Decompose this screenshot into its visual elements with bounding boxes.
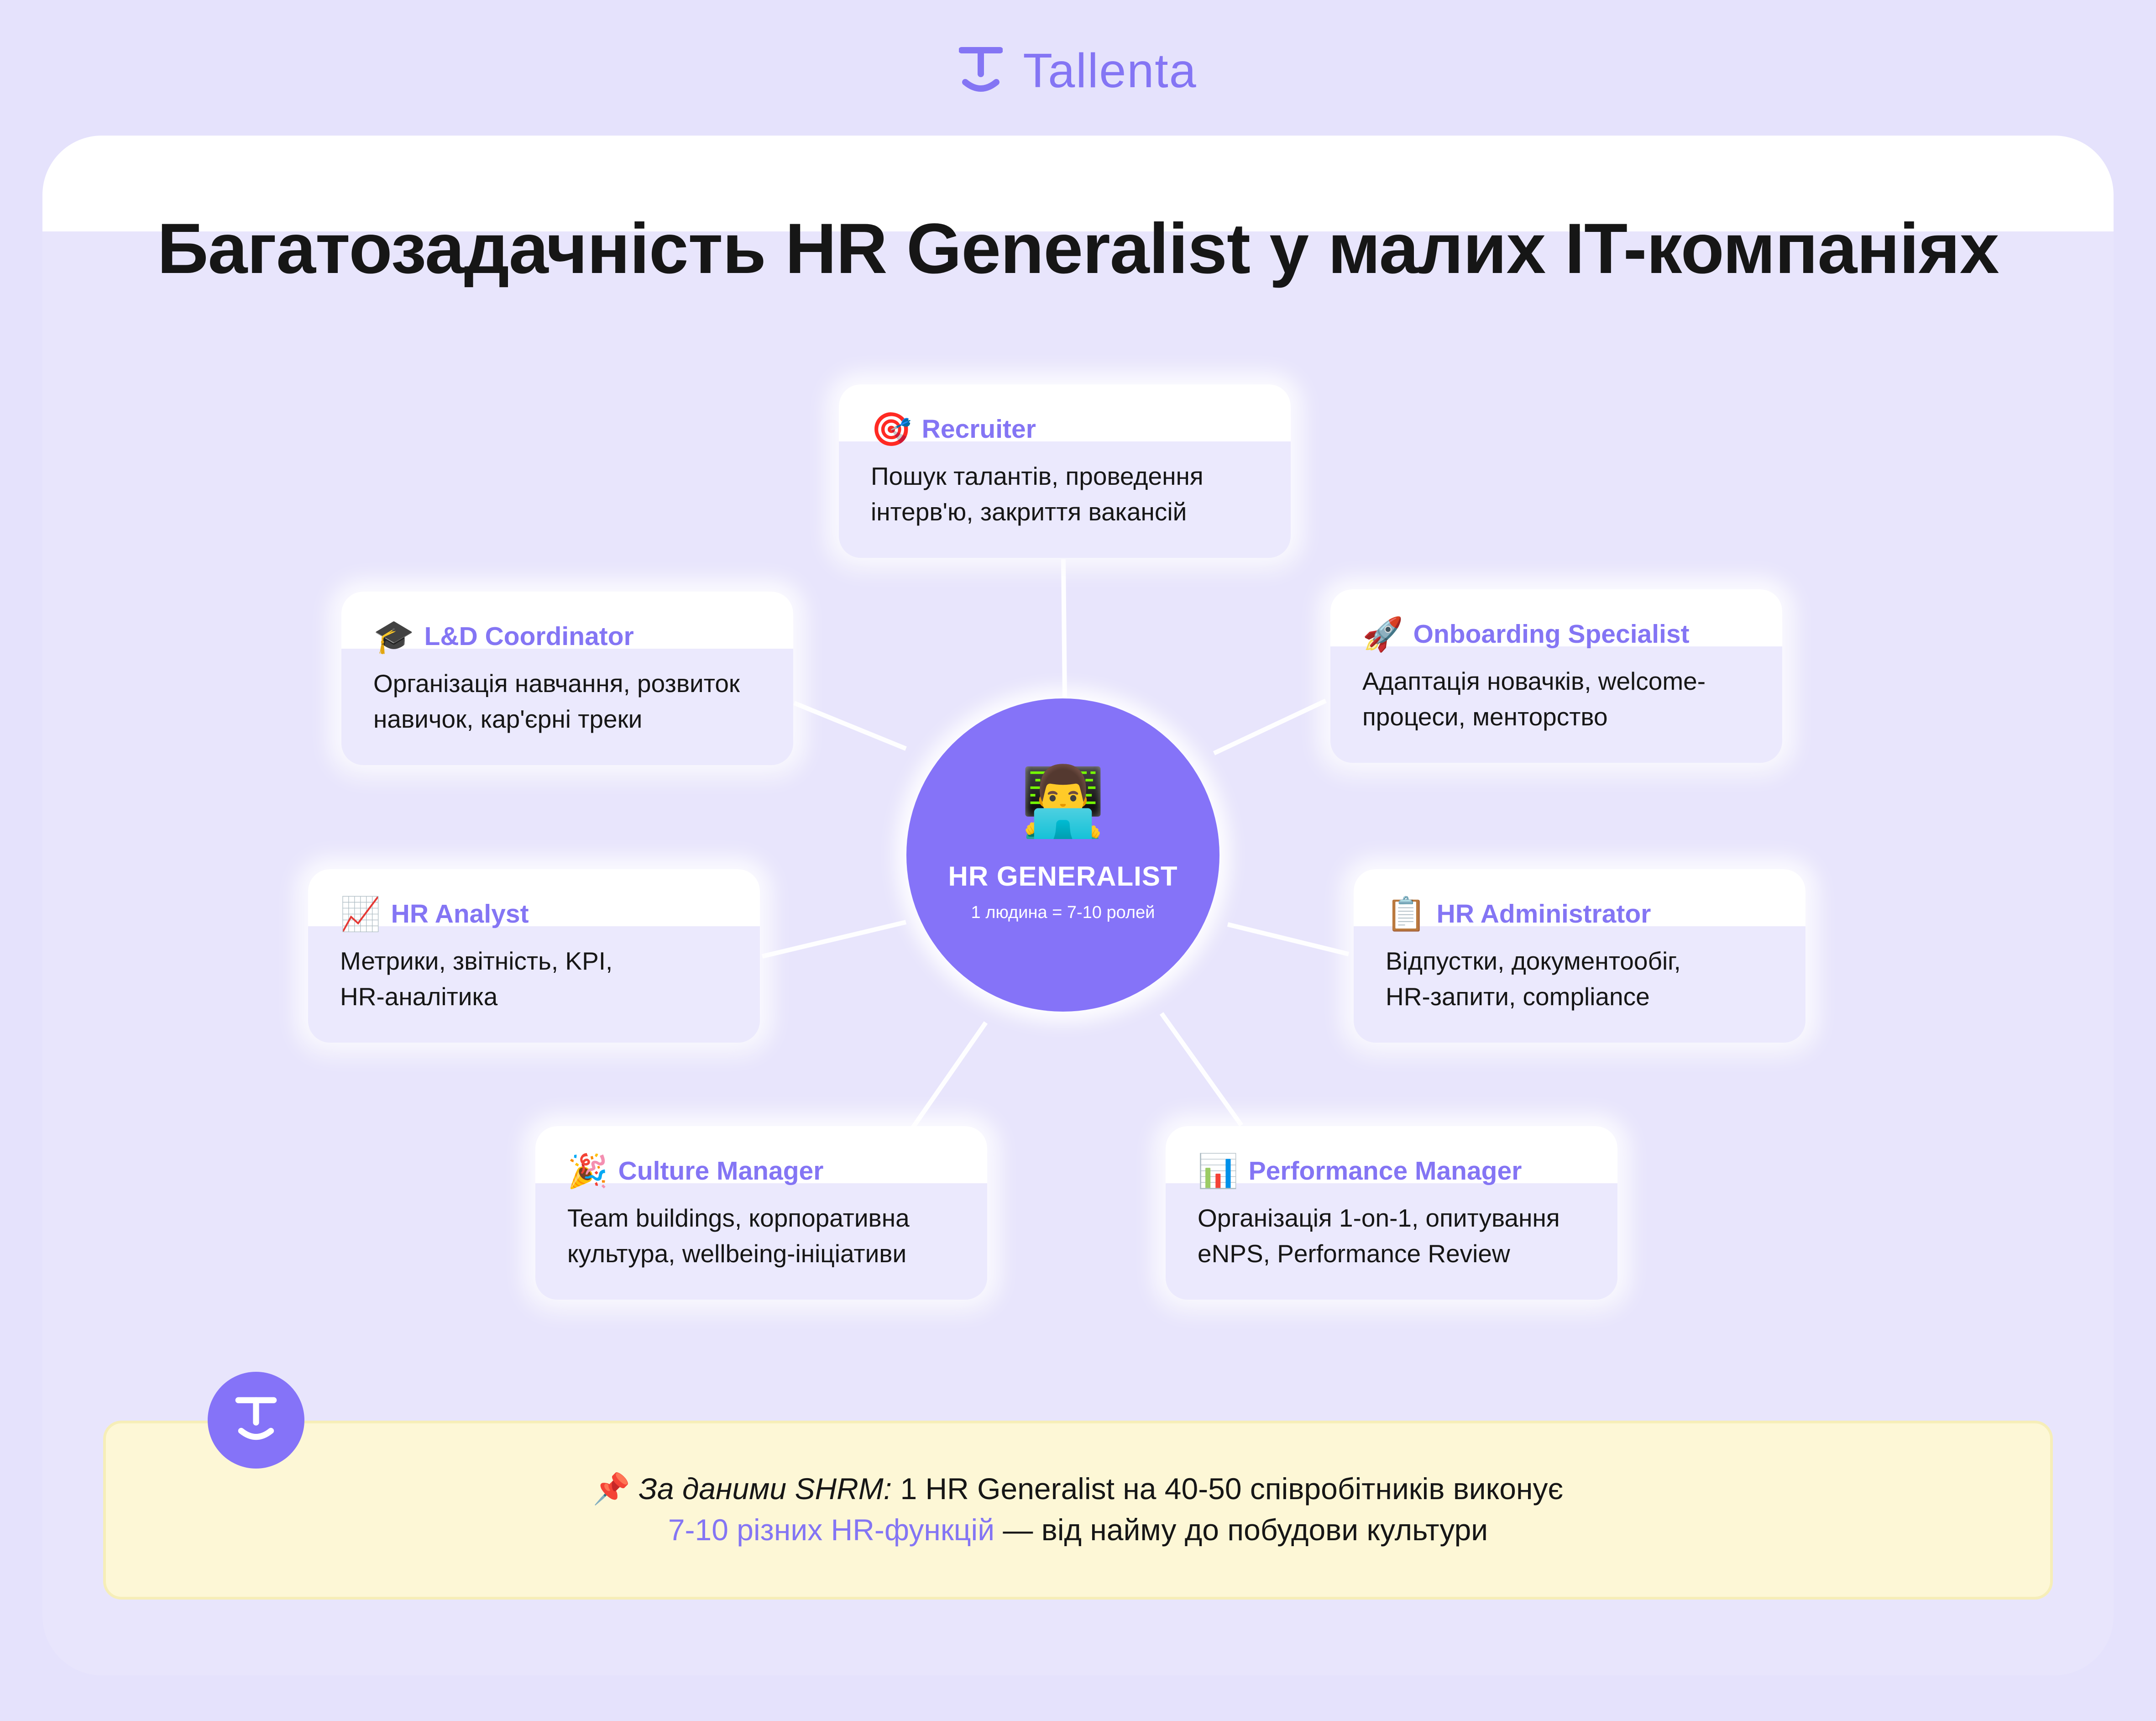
connector-culture (911, 1021, 988, 1129)
role-card-recruiter: 🎯 Recruiter Пошук талантів, проведення і… (839, 384, 1291, 558)
role-description: Team buildings, корпоративна культура, w… (567, 1204, 910, 1268)
role-card-hr-analyst: 📈 HR Analyst Метрики, звітність, KPI, HR… (308, 869, 760, 1043)
party-popper-icon: 🎉 (567, 1152, 608, 1190)
bar-chart-icon: 📊 (1198, 1152, 1239, 1190)
role-title: HR Analyst (391, 899, 529, 929)
rocket-icon: 🚀 (1362, 615, 1403, 653)
role-title: Recruiter (921, 415, 1036, 444)
connector-onboarding (1213, 698, 1327, 756)
tallenta-badge (208, 1372, 304, 1469)
role-description: Організація навчання, розвиток навичок, … (373, 669, 740, 733)
role-title: L&D Coordinator (424, 622, 634, 651)
role-card-ld-coordinator: 🎓 L&D Coordinator Організація навчання, … (341, 592, 793, 765)
role-title: HR Administrator (1436, 899, 1651, 929)
connector-administrator (1227, 922, 1350, 956)
role-title: Onboarding Specialist (1413, 619, 1690, 649)
connector-analyst (761, 920, 907, 959)
technologist-icon: 👨‍💻 (1020, 763, 1106, 840)
connector-performance (1159, 1012, 1244, 1127)
clipboard-icon: 📋 (1386, 895, 1427, 933)
note-text: 1 HR Generalist на 40-50 співробітників … (892, 1472, 1564, 1506)
note-source: За даними SHRM: (638, 1472, 892, 1506)
hr-generalist-hub: 👨‍💻 HR GENERALIST 1 людина = 7-10 ролей (906, 698, 1219, 1012)
role-description: Організація 1-on-1, опитування eNPS, Per… (1198, 1204, 1560, 1268)
chart-increasing-icon: 📈 (340, 895, 381, 933)
role-description: Пошук талантів, проведення інтерв'ю, зак… (871, 462, 1204, 526)
role-card-performance-manager: 📊 Performance Manager Організація 1-on-1… (1166, 1126, 1617, 1300)
pushpin-icon: 📌 (592, 1472, 631, 1506)
hub-subtitle: 1 людина = 7-10 ролей (971, 903, 1155, 922)
role-description: Відпустки, документообіг, HR-запити, com… (1386, 947, 1681, 1011)
connector-ld (793, 701, 907, 751)
note-highlight: 7-10 різних HR-функцій (668, 1513, 995, 1547)
role-description: Адаптація новачків, welcome- процеси, ме… (1362, 667, 1706, 731)
role-title: Performance Manager (1248, 1156, 1522, 1186)
role-card-culture-manager: 🎉 Culture Manager Team buildings, корпор… (535, 1126, 987, 1300)
note-text: — від найму до побудови культури (994, 1513, 1488, 1547)
role-description: Метрики, звітність, KPI, HR-аналітика (340, 947, 613, 1011)
role-card-onboarding-specialist: 🚀 Onboarding Specialist Адаптація новачк… (1330, 589, 1782, 763)
target-icon: 🎯 (871, 410, 912, 448)
role-title: Culture Manager (618, 1156, 824, 1186)
role-card-hr-administrator: 📋 HR Administrator Відпустки, документоо… (1354, 869, 1805, 1043)
graduation-cap-icon: 🎓 (373, 617, 414, 656)
connector-recruiter (1061, 559, 1067, 699)
shrm-note: 📌 За даними SHRM: 1 HR Generalist на 40-… (103, 1421, 2053, 1600)
tallenta-logo-icon (235, 1397, 277, 1440)
hub-title: HR GENERALIST (948, 861, 1178, 892)
